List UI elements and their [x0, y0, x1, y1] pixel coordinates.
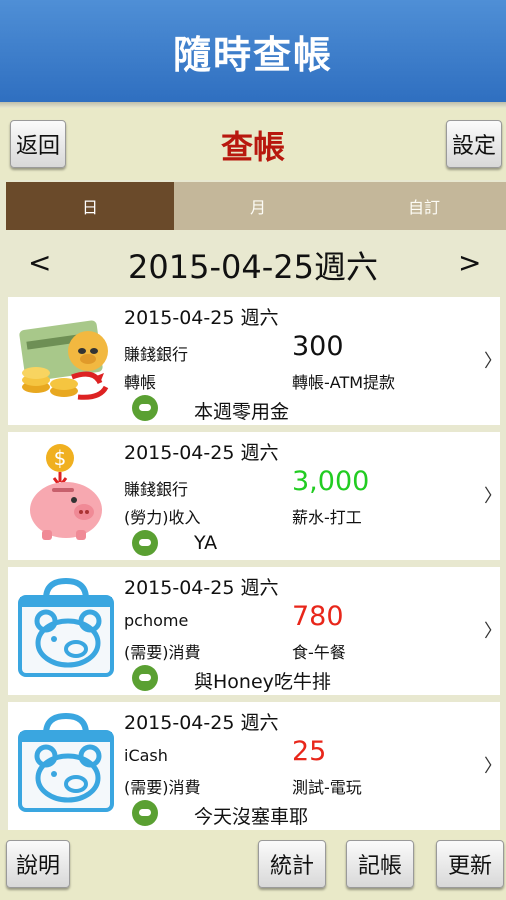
- record-amount: 300: [292, 331, 344, 362]
- chevron-right-icon: 〉: [484, 756, 502, 777]
- record-type: (需要)消費: [124, 778, 201, 797]
- toolbar: 返回 查帳 設定: [0, 108, 506, 180]
- tab-month[interactable]: 月: [174, 182, 342, 230]
- piggy-bank-icon: $: [30, 444, 102, 540]
- record-date: 2015-04-25 週六: [124, 442, 279, 464]
- current-date: 2015-04-25週六: [128, 248, 378, 286]
- list-item[interactable]: 2015-04-25 週六 賺錢銀行 300 轉帳 轉帳-ATM提款 本週零用金…: [8, 297, 502, 425]
- record-note: 與Honey吃牛排: [194, 671, 331, 693]
- shopping-bag-icon: [18, 712, 114, 812]
- tab-day[interactable]: 日: [6, 182, 174, 230]
- record-date: 2015-04-25 週六: [124, 712, 279, 734]
- record-amount: 780: [292, 601, 344, 632]
- record-amount: 3,000: [292, 466, 370, 497]
- record-type: (勞力)收入: [124, 508, 201, 527]
- record-note: YA: [194, 532, 218, 554]
- bottom-toolbar: 說明 統計 記帳 更新: [0, 830, 506, 900]
- statistics-button[interactable]: 統計: [258, 840, 326, 888]
- record-list: 2015-04-25 週六 賺錢銀行 300 轉帳 轉帳-ATM提款 本週零用金…: [8, 297, 502, 837]
- page-title: 查帳: [220, 128, 285, 166]
- list-item[interactable]: 2015-04-25 週六 pchome 780 (需要)消費 食-午餐 與Ho…: [8, 567, 502, 695]
- record-account: 賺錢銀行: [124, 345, 189, 364]
- record-note: 今天沒塞車耶: [194, 806, 309, 828]
- back-button[interactable]: 返回: [10, 120, 66, 168]
- record-note: 本週零用金: [194, 401, 290, 423]
- list-item[interactable]: $ 2015-04-25 週六 賺錢銀行 3,000 (勞力)收入 薪水-打工 …: [8, 432, 502, 560]
- record-category: 測試-電玩: [292, 778, 362, 797]
- help-button[interactable]: 說明: [6, 840, 70, 888]
- record-account: 賺錢銀行: [124, 480, 189, 499]
- cloud-sync-icon: [132, 395, 158, 421]
- app-title: 隨時查帳: [172, 32, 333, 77]
- add-record-button[interactable]: 記帳: [346, 840, 414, 888]
- record-account: pchome: [124, 611, 189, 630]
- record-amount: 25: [292, 736, 327, 767]
- record-category: 薪水-打工: [292, 508, 362, 527]
- transfer-coins-icon: [19, 320, 109, 400]
- app-title-bar: 隨時查帳: [0, 0, 506, 108]
- cloud-sync-icon: [132, 665, 158, 691]
- record-type: 轉帳: [124, 373, 157, 392]
- record-category: 轉帳-ATM提款: [292, 373, 396, 392]
- chevron-right-icon: 〉: [484, 621, 502, 642]
- list-item[interactable]: 2015-04-25 週六 iCash 25 (需要)消費 測試-電玩 今天沒塞…: [8, 702, 502, 830]
- record-type: (需要)消費: [124, 643, 201, 662]
- tab-custom[interactable]: 自訂: [342, 182, 506, 230]
- next-date-button[interactable]: >: [458, 246, 481, 279]
- cloud-sync-icon: [132, 800, 158, 826]
- record-account: iCash: [124, 746, 168, 765]
- date-navigator: < 2015-04-25週六 >: [0, 234, 506, 292]
- record-date: 2015-04-25 週六: [124, 307, 279, 329]
- shopping-bag-icon: [18, 577, 114, 677]
- record-category: 食-午餐: [292, 643, 346, 662]
- period-tabs: 日 月 自訂: [6, 182, 506, 230]
- svg-text:$: $: [54, 446, 67, 470]
- update-button[interactable]: 更新: [436, 840, 504, 888]
- cloud-sync-icon: [132, 530, 158, 556]
- chevron-right-icon: 〉: [484, 351, 502, 372]
- settings-button[interactable]: 設定: [446, 120, 502, 168]
- chevron-right-icon: 〉: [484, 486, 502, 507]
- record-date: 2015-04-25 週六: [124, 577, 279, 599]
